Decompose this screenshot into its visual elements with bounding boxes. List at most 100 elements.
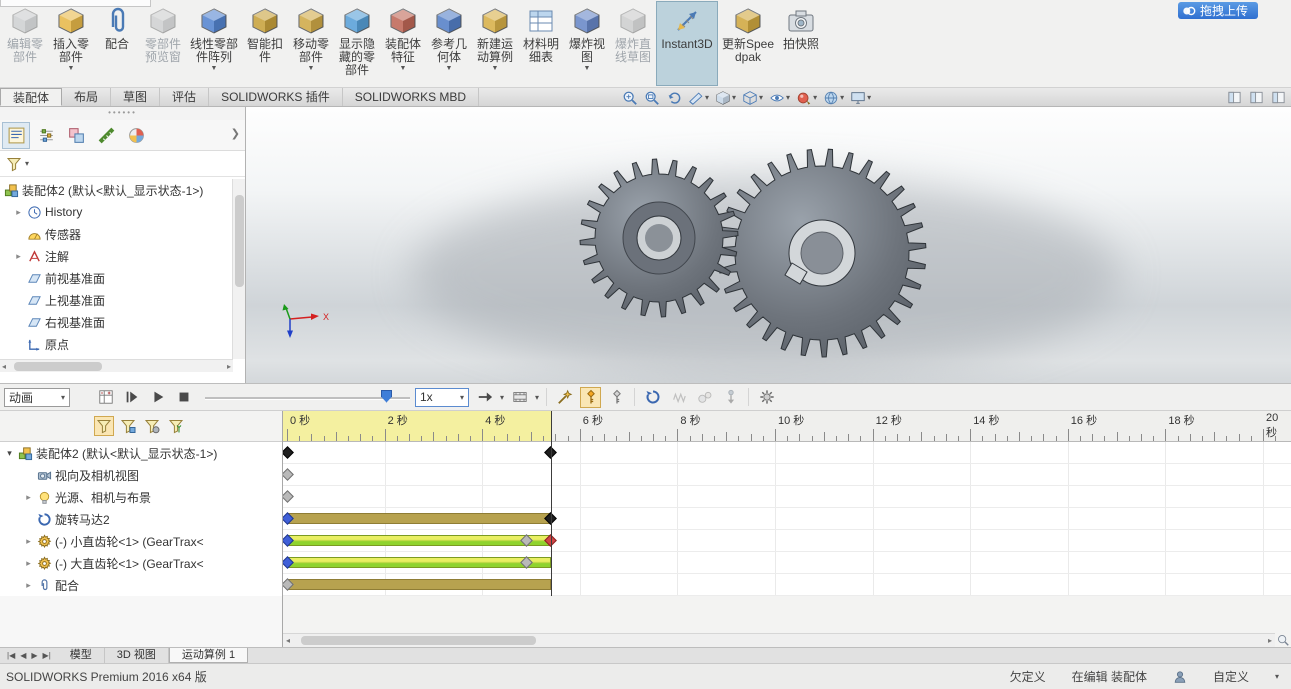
- edit-appearance-button[interactable]: ▾: [796, 90, 817, 106]
- ribbon-button-assembly-features[interactable]: 装配体特征 ▼: [380, 1, 426, 86]
- ribbon-button-reference-geometry[interactable]: 参考几何体 ▼: [426, 1, 472, 86]
- scroll-left-icon[interactable]: ◂: [2, 360, 6, 373]
- featuremanager-tab[interactable]: [2, 121, 30, 149]
- playback-speed-select[interactable]: 1x ▾: [415, 387, 469, 407]
- feature-tree-item[interactable]: 右视基准面: [0, 311, 233, 333]
- timeline-bar[interactable]: [287, 579, 551, 590]
- timeline-ruler[interactable]: 0 秒 2 秒 4 秒 6 秒 8 秒 10 秒 12 秒 14 秒 16 秒 18 秒 20 秒: [283, 411, 1291, 442]
- dimxpertmanager-tab[interactable]: [92, 122, 120, 149]
- dropdown-caret-icon[interactable]: ▾: [500, 393, 504, 402]
- left-pane-icon[interactable]: [1227, 90, 1242, 105]
- timeline-key[interactable]: [283, 468, 294, 481]
- previous-view-button[interactable]: [666, 90, 682, 106]
- scroll-right-icon[interactable]: ▸: [227, 360, 231, 373]
- last-tab-icon[interactable]: ▶|: [43, 651, 51, 660]
- motion-tree-item[interactable]: 旋转马达2: [0, 508, 282, 530]
- hide-show-items-button[interactable]: ▾: [769, 90, 790, 106]
- command-tab-3[interactable]: 评估: [160, 88, 210, 106]
- timeline-row[interactable]: [283, 552, 1291, 574]
- timeline-row[interactable]: [283, 486, 1291, 508]
- filter-all-button[interactable]: [94, 416, 114, 436]
- timeline-key[interactable]: [283, 446, 294, 459]
- timeline-row[interactable]: [283, 508, 1291, 530]
- ribbon-button-explode-line-sketch[interactable]: 爆炸直线草图: [610, 1, 656, 86]
- study-type-select[interactable]: 动画 ▾: [4, 387, 70, 407]
- panel-flyout-chevron[interactable]: ❯: [231, 127, 240, 140]
- filter-selected-button[interactable]: [166, 416, 186, 436]
- stop-button[interactable]: [173, 387, 194, 408]
- feature-tree-item[interactable]: 原点: [0, 333, 233, 355]
- gravity-button[interactable]: [720, 387, 741, 408]
- ribbon-button-mate[interactable]: 配合: [94, 1, 140, 86]
- ribbon-button-linear-pattern[interactable]: 线性零部件阵列 ▼: [186, 1, 242, 86]
- ribbon-button-move-component[interactable]: 移动零部件 ▼: [288, 1, 334, 86]
- chevron-down-icon[interactable]: ▾: [1275, 672, 1279, 681]
- next-tab-icon[interactable]: ▶: [31, 651, 37, 660]
- first-tab-icon[interactable]: |◀: [7, 651, 15, 660]
- view-settings-button[interactable]: ▾: [850, 90, 871, 106]
- scroll-left-icon[interactable]: ◂: [286, 634, 290, 647]
- timeline-bar[interactable]: [287, 535, 551, 546]
- ribbon-button-speedpak[interactable]: 更新Speedpak: [718, 1, 778, 86]
- feature-tree-item[interactable]: 传感器: [0, 223, 233, 245]
- timeline-key[interactable]: [283, 490, 294, 503]
- animation-wizard-button[interactable]: [554, 387, 575, 408]
- split-pane-icon[interactable]: [1249, 90, 1264, 105]
- timeline-bar[interactable]: [287, 513, 551, 524]
- timeline-hscrollbar[interactable]: ◂ ▸: [283, 633, 1275, 647]
- scrollbar-thumb[interactable]: [14, 362, 102, 371]
- feature-tree-item[interactable]: ▸ History: [0, 201, 233, 223]
- ribbon-button-motion-study[interactable]: 新建运动算例 ▼: [472, 1, 518, 86]
- motion-tree-item[interactable]: 视向及相机视图: [0, 464, 282, 486]
- ribbon-button-instant3d[interactable]: Instant3D: [656, 1, 718, 86]
- scroll-right-icon[interactable]: ▸: [1268, 634, 1272, 647]
- ribbon-button-snapshot[interactable]: 拍快照: [778, 1, 824, 86]
- autokey-button[interactable]: [580, 386, 602, 408]
- upload-button[interactable]: 拖拽上传: [1177, 2, 1258, 19]
- spring-button[interactable]: [668, 387, 689, 408]
- motion-tree-item[interactable]: ▸ 光源、相机与布景: [0, 486, 282, 508]
- calculate-button[interactable]: [95, 387, 116, 408]
- play-from-start-button[interactable]: [121, 387, 142, 408]
- ribbon-button-preview-window[interactable]: 零部件预览窗: [140, 1, 186, 86]
- play-button[interactable]: [147, 387, 168, 408]
- command-tab-5[interactable]: SOLIDWORKS MBD: [343, 88, 480, 106]
- chevron-down-icon[interactable]: ▾: [25, 159, 29, 168]
- ribbon-button-edit-component[interactable]: 编辑零部件: [2, 1, 48, 86]
- study-properties-button[interactable]: [756, 387, 777, 408]
- expand-arrow-icon[interactable]: ▸: [23, 558, 34, 569]
- feature-tree-hscrollbar[interactable]: ◂ ▸: [0, 359, 233, 372]
- feature-tree-item[interactable]: ▸ 注解: [0, 245, 233, 267]
- contact-button[interactable]: [694, 387, 715, 408]
- ribbon-button-show-hidden[interactable]: 显示隐藏的零部件: [334, 1, 380, 86]
- scrollbar-thumb[interactable]: [301, 636, 536, 645]
- timeline-fit-button[interactable]: [1276, 633, 1290, 646]
- dropdown-caret-icon[interactable]: ▾: [535, 393, 539, 402]
- add-key-button[interactable]: [606, 387, 627, 408]
- timeline-row[interactable]: [283, 530, 1291, 552]
- filter-icon[interactable]: [6, 156, 22, 172]
- feature-tree-item[interactable]: 前视基准面: [0, 267, 233, 289]
- prev-tab-icon[interactable]: ◀: [20, 651, 26, 660]
- expand-arrow-icon[interactable]: ▸: [13, 251, 24, 262]
- scrollbar-thumb[interactable]: [235, 195, 244, 287]
- feature-tree-vscrollbar[interactable]: [232, 179, 245, 359]
- expand-arrow-icon[interactable]: ▾: [4, 448, 15, 459]
- expand-arrow-icon[interactable]: ▸: [13, 207, 24, 218]
- doc-tab-2[interactable]: 运动算例 1: [168, 648, 249, 663]
- filter-animated-button[interactable]: [118, 416, 138, 436]
- right-pane-icon[interactable]: [1271, 90, 1286, 105]
- command-tab-0[interactable]: 装配体: [0, 88, 63, 106]
- propertymanager-tab[interactable]: [32, 122, 60, 149]
- status-custom[interactable]: 自定义: [1213, 668, 1249, 685]
- slider-marker[interactable]: [381, 389, 392, 403]
- doc-tab-1[interactable]: 3D 视图: [105, 648, 169, 663]
- timeline-bar[interactable]: [287, 557, 551, 568]
- ribbon-button-insert-component[interactable]: 插入零部件 ▼: [48, 1, 94, 86]
- playback-mode-button[interactable]: [474, 387, 495, 408]
- ribbon-button-exploded-view[interactable]: 爆炸视图 ▼: [564, 1, 610, 86]
- graphics-area[interactable]: X: [246, 107, 1291, 383]
- doc-tab-0[interactable]: 模型: [58, 648, 105, 663]
- view-orientation-button[interactable]: ▾: [715, 90, 736, 106]
- timeline-playhead[interactable]: [550, 411, 552, 596]
